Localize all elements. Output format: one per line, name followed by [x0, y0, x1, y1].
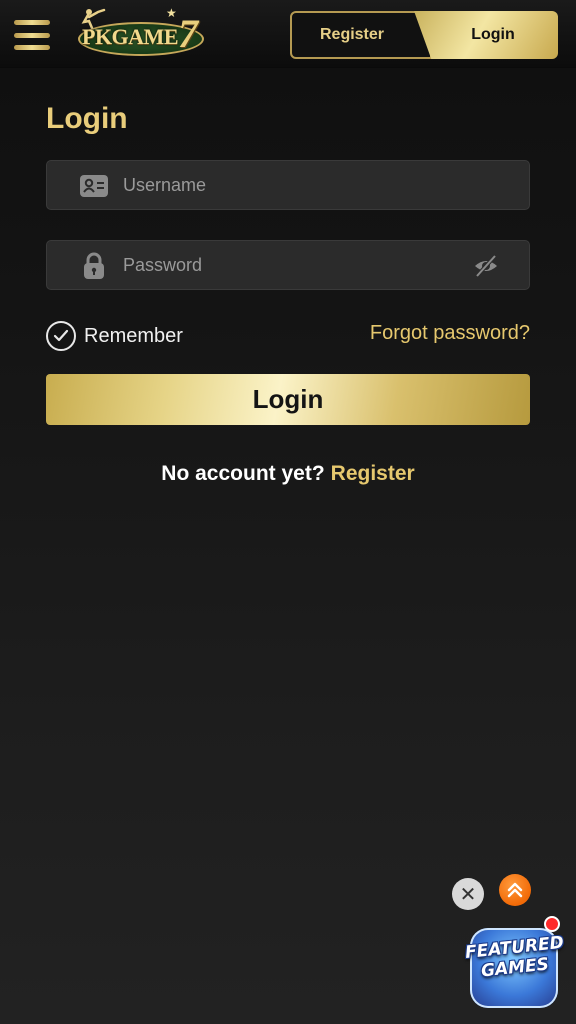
top-header: ★ PKGAME 7 Register Login	[0, 0, 576, 68]
no-account-text: No account yet?	[161, 462, 325, 485]
eye-slash-icon[interactable]	[473, 253, 499, 279]
close-float-button[interactable]: ✕	[452, 878, 484, 910]
double-chevron-up-icon	[507, 882, 523, 898]
logo-number: 7	[178, 11, 198, 56]
password-input[interactable]	[123, 241, 503, 289]
login-tab-button[interactable]: Login	[414, 11, 558, 59]
page-title: Login	[46, 102, 128, 135]
no-account-row: No account yet? Register	[0, 462, 576, 486]
username-field	[46, 160, 530, 210]
register-link[interactable]: Register	[331, 462, 415, 485]
back-to-top-button[interactable]	[499, 874, 531, 906]
forgot-password-link[interactable]: Forgot password?	[370, 322, 530, 345]
logo-star-icon: ★	[166, 6, 177, 20]
lock-icon	[79, 252, 109, 279]
logo-text: PKGAME	[82, 24, 179, 49]
register-tab-button[interactable]: Register	[290, 11, 432, 59]
notification-dot	[544, 916, 560, 932]
brand-logo[interactable]: ★ PKGAME 7	[74, 6, 214, 60]
close-icon: ✕	[459, 883, 477, 906]
login-submit-button[interactable]: Login	[46, 374, 530, 425]
featured-games-button[interactable]: FEATURED GAMES	[464, 916, 565, 1012]
check-circle-icon	[46, 321, 76, 351]
username-input[interactable]	[123, 161, 503, 209]
password-field	[46, 240, 530, 290]
id-card-icon	[79, 174, 109, 198]
hamburger-menu-icon[interactable]	[14, 20, 50, 50]
remember-label: Remember	[84, 324, 183, 347]
remember-checkbox[interactable]: Remember	[46, 320, 183, 352]
auth-tabs: Register Login	[290, 11, 558, 59]
